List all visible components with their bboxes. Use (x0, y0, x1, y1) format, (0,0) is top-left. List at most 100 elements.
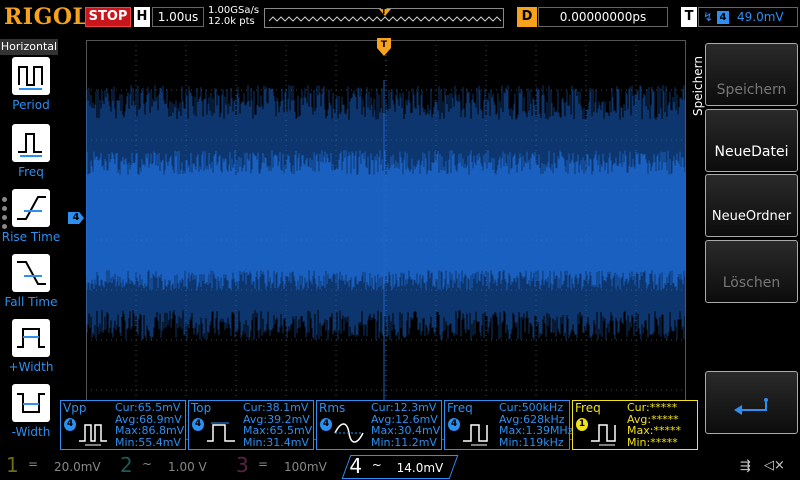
vertical-scale: 1.00 V (168, 460, 207, 474)
measurement-values: Cur:65.5mV Avg:68.9mV Max:86.8mV Min:55.… (115, 402, 184, 448)
channel-status-bar: 1 = 20.0mV 2 ~ 1.00 V3 = 100mV 4 ~ 14.0mV ⇶… (0, 453, 800, 480)
measurement-results-bar: Vpp 4 Cur:65.5mV Avg:68.9mV Max:86.8mV M… (58, 398, 700, 452)
measurement-name: Top (191, 401, 212, 415)
measurement-values: Cur:***** Avg:***** Max:***** Min:***** (627, 402, 681, 448)
timebase-value[interactable]: 1.00us (152, 7, 204, 27)
coupling-icon: = (28, 457, 39, 471)
measure-rise-time-button[interactable]: Rise Time (0, 189, 62, 251)
measurement-top-ch4[interactable]: Top 4 Cur:38.1mV Avg:39.2mV Max:65.5mV M… (188, 400, 314, 450)
measurement-name: Rms (319, 401, 346, 415)
channel-1-tab[interactable]: 1 = 20.0mV (4, 453, 114, 479)
pos-width-icon (12, 319, 50, 357)
measurement-max: Max:30.4mV (371, 424, 441, 437)
freq-icon (591, 424, 616, 446)
neue-ordner-button[interactable]: NeueOrdner (705, 174, 798, 237)
rising-edge-icon: ↯ (703, 10, 714, 24)
measure-neg-width-button[interactable]: -Width (0, 384, 62, 446)
vertical-scale: 100mV (284, 460, 327, 474)
channel-number: 3 (236, 453, 249, 477)
measurement-min: Min:***** (627, 435, 678, 449)
trigger-source: 4 (717, 11, 729, 24)
horizontal-label: H (134, 7, 150, 27)
loeschen-button[interactable]: Löschen (705, 240, 798, 303)
loeschen-label: Löschen (722, 275, 781, 291)
period-icon (12, 57, 50, 95)
measurement-min: Min:119kHz (499, 435, 564, 449)
measurement-max: Max:***** (627, 424, 681, 437)
svg-text:T: T (381, 40, 388, 50)
measurement-values: Cur:500kHz Avg:628kHz Max:1.39MHz Min:11… (499, 402, 573, 448)
measurement-freq-ch4[interactable]: Freq 4 Cur:500kHz Avg:628kHz Max:1.39MHz… (444, 400, 573, 450)
vertical-scale: 20.0mV (54, 460, 101, 474)
menu-title: Horizontal (0, 39, 58, 55)
acquisition-info: 1.00GSa/s 12.0k pts (208, 5, 259, 27)
trigger-settings[interactable]: ↯ 4 49.0mV (698, 7, 798, 27)
measure-fall-time-label: Fall Time (4, 295, 58, 309)
measurement-rms-ch4[interactable]: Rms 4 Cur:12.3mV Avg:12.6mV Max:30.4mV M… (316, 400, 442, 450)
channel-4-tab[interactable]: 4 ~ 14.0mV (341, 454, 459, 479)
speichern-label: Speichern (716, 82, 787, 98)
brand-logo: RIGOL (4, 4, 89, 30)
trigger-label: T (681, 7, 697, 27)
channel-3-tab[interactable]: 3 = 100mV (234, 453, 342, 479)
coupling-icon: ~ (142, 457, 153, 471)
measurement-channel: 4 (64, 418, 76, 431)
speaker-muted-icon[interactable]: ◁× (764, 458, 785, 473)
measurement-min: Min:11.2mV (371, 435, 437, 449)
measure-rise-time-label: Rise Time (1, 230, 61, 244)
neg-width-icon (12, 384, 50, 422)
freq-icon (463, 424, 488, 446)
measurement-cur: Cur:65.5mV (115, 401, 181, 414)
channel-number: 2 (120, 453, 133, 477)
measure-period-button[interactable]: Period (0, 57, 62, 119)
measurement-channel: 4 (320, 418, 332, 431)
measure-pos-width-label: +Width (8, 360, 54, 374)
channel-number: 4 (349, 454, 363, 478)
measure-freq-button[interactable]: Freq (0, 124, 62, 186)
channel-number: 1 (6, 453, 19, 477)
measure-fall-time-button[interactable]: Fall Time (0, 254, 62, 316)
measurement-values: Cur:12.3mV Avg:12.6mV Max:30.4mV Min:11.… (371, 402, 440, 448)
run-stop-indicator[interactable]: STOP (85, 7, 131, 27)
measure-pos-width-button[interactable]: +Width (0, 319, 62, 381)
vpp-icon (79, 424, 107, 446)
waveform-display[interactable]: T (85, 38, 686, 440)
delay-value[interactable]: 0.00000000ps (538, 7, 668, 27)
measurement-cur: Cur:***** (627, 401, 678, 414)
measurement-min: Min:31.4mV (243, 435, 309, 449)
coupling-icon: ~ (371, 458, 382, 472)
measurement-channel: 1 (576, 418, 588, 431)
measure-neg-width-label: -Width (11, 425, 51, 439)
sample-rate: 1.00GSa/s (208, 5, 260, 16)
measurement-min: Min:55.4mV (115, 435, 181, 449)
rms-icon (334, 423, 364, 443)
usb-icon: ⇶ (740, 459, 751, 474)
measurement-name: Vpp (63, 401, 87, 415)
memory-points: 12.0k pts (208, 16, 255, 27)
measurement-max: Max:86.8mV (115, 424, 185, 437)
freq-icon (12, 124, 50, 162)
return-button[interactable] (705, 371, 798, 434)
channel-4-offset-marker[interactable]: 4 (68, 212, 84, 224)
measurement-max: Max:65.5mV (243, 424, 313, 437)
trigger-level: 49.0mV (737, 10, 784, 24)
measurement-cur: Cur:500kHz (499, 401, 564, 414)
measurement-cur: Cur:12.3mV (371, 401, 437, 414)
measurement-channel: 4 (192, 418, 204, 431)
channel-2-tab[interactable]: 2 ~ 1.00 V (118, 453, 230, 479)
measurement-values: Cur:38.1mV Avg:39.2mV Max:65.5mV Min:31.… (243, 402, 312, 448)
measurement-freq-ch1[interactable]: Freq 1 Cur:***** Avg:***** Max:***** Min… (572, 400, 698, 450)
vertical-scale: 14.0mV (396, 461, 444, 475)
coupling-icon: = (258, 457, 269, 471)
measurement-vpp-ch4[interactable]: Vpp 4 Cur:65.5mV Avg:68.9mV Max:86.8mV M… (60, 400, 186, 450)
trigger-position-label: T (381, 7, 387, 16)
speichern-button[interactable]: Speichern (705, 43, 798, 106)
measurement-name: Freq (447, 401, 473, 415)
graticule (85, 40, 686, 440)
top-icon (207, 422, 235, 442)
neue-datei-button[interactable]: NeueDatei (705, 109, 798, 172)
neue-datei-label: NeueDatei (714, 144, 789, 160)
trigger-time-marker[interactable]: T (377, 38, 391, 58)
rise-time-icon (12, 189, 50, 227)
memory-depth-overview: T (264, 7, 504, 28)
